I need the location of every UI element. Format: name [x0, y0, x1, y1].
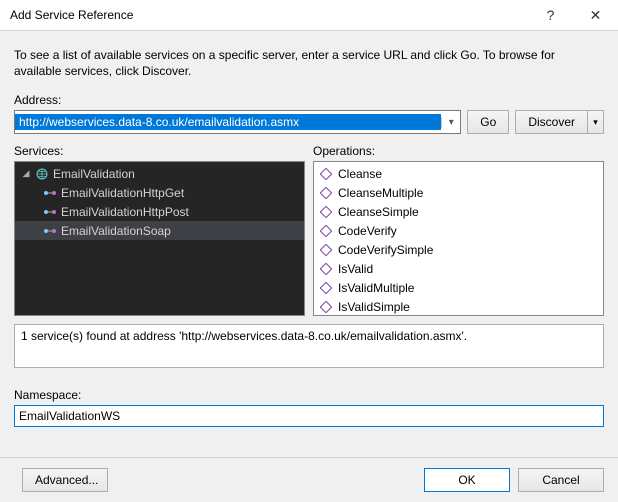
- address-combobox[interactable]: ▾: [14, 110, 461, 134]
- operation-item[interactable]: IsValid: [314, 259, 603, 278]
- tree-child[interactable]: EmailValidationSoap: [15, 221, 304, 240]
- close-button[interactable]: ✕: [573, 0, 618, 30]
- tree-root[interactable]: ◢ EmailValidation: [15, 164, 304, 183]
- help-button[interactable]: ?: [528, 0, 573, 30]
- cancel-button[interactable]: Cancel: [518, 468, 604, 492]
- method-icon: [320, 168, 332, 180]
- operation-label: IsValid: [338, 262, 373, 276]
- operation-label: CodeVerify: [338, 224, 397, 238]
- operation-item[interactable]: CodeVerify: [314, 221, 603, 240]
- operation-item[interactable]: IsValidSimple: [314, 297, 603, 316]
- services-tree[interactable]: ◢ EmailValidation EmailValidationHttpGet…: [14, 161, 305, 316]
- operation-label: CleanseMultiple: [338, 186, 423, 200]
- endpoint-icon: [43, 186, 57, 200]
- globe-icon: [35, 167, 49, 181]
- address-input[interactable]: [15, 114, 441, 130]
- expand-icon[interactable]: ◢: [21, 168, 31, 179]
- method-icon: [320, 263, 332, 275]
- operation-label: IsValidMultiple: [338, 281, 414, 295]
- tree-root-label: EmailValidation: [53, 167, 135, 181]
- operation-label: IsValidSimple: [338, 300, 410, 314]
- address-dropdown-icon[interactable]: ▾: [441, 117, 460, 128]
- method-icon: [320, 187, 332, 199]
- tree-child[interactable]: EmailValidationHttpPost: [15, 202, 304, 221]
- operation-item[interactable]: Cleanse: [314, 164, 603, 183]
- method-icon: [320, 301, 332, 313]
- endpoint-icon: [43, 205, 57, 219]
- services-pane: Services: ◢ EmailValidation EmailValidat…: [14, 144, 305, 316]
- tree-child[interactable]: EmailValidationHttpGet: [15, 183, 304, 202]
- operation-item[interactable]: CleanseMultiple: [314, 183, 603, 202]
- content: To see a list of available services on a…: [0, 31, 618, 457]
- namespace-input[interactable]: [14, 405, 604, 427]
- namespace-label: Namespace:: [14, 388, 604, 402]
- address-label: Address:: [14, 93, 604, 107]
- endpoint-icon: [43, 224, 57, 238]
- operation-item[interactable]: CleanseSimple: [314, 202, 603, 221]
- ok-button[interactable]: OK: [424, 468, 510, 492]
- services-label: Services:: [14, 144, 305, 158]
- tree-child-label: EmailValidationSoap: [61, 224, 171, 238]
- discover-button[interactable]: Discover: [515, 110, 588, 134]
- advanced-button[interactable]: Advanced...: [22, 468, 108, 492]
- operation-item[interactable]: IsValidMultiple: [314, 278, 603, 297]
- status-box: 1 service(s) found at address 'http://we…: [14, 324, 604, 368]
- dialog: Add Service Reference ? ✕ To see a list …: [0, 0, 618, 502]
- discover-dropdown[interactable]: ▾: [588, 110, 604, 134]
- tree-child-label: EmailValidationHttpGet: [61, 186, 184, 200]
- go-button[interactable]: Go: [467, 110, 509, 134]
- operation-label: CodeVerifySimple: [338, 243, 433, 257]
- method-icon: [320, 244, 332, 256]
- method-icon: [320, 206, 332, 218]
- titlebar: Add Service Reference ? ✕: [0, 0, 618, 31]
- operation-label: CleanseSimple: [338, 205, 419, 219]
- operation-item[interactable]: CodeVerifySimple: [314, 240, 603, 259]
- discover-splitbutton[interactable]: Discover ▾: [515, 110, 604, 134]
- footer: Advanced... OK Cancel: [0, 457, 618, 502]
- operations-pane: Operations: CleanseCleanseMultipleCleans…: [313, 144, 604, 316]
- operations-label: Operations:: [313, 144, 604, 158]
- method-icon: [320, 225, 332, 237]
- method-icon: [320, 282, 332, 294]
- tree-child-label: EmailValidationHttpPost: [61, 205, 189, 219]
- operation-label: Cleanse: [338, 167, 382, 181]
- operations-list[interactable]: Cleanse CleanseMultiple CleanseSimple CodeV…: [313, 161, 604, 316]
- intro-text: To see a list of available services on a…: [14, 47, 604, 79]
- dialog-title: Add Service Reference: [0, 8, 528, 22]
